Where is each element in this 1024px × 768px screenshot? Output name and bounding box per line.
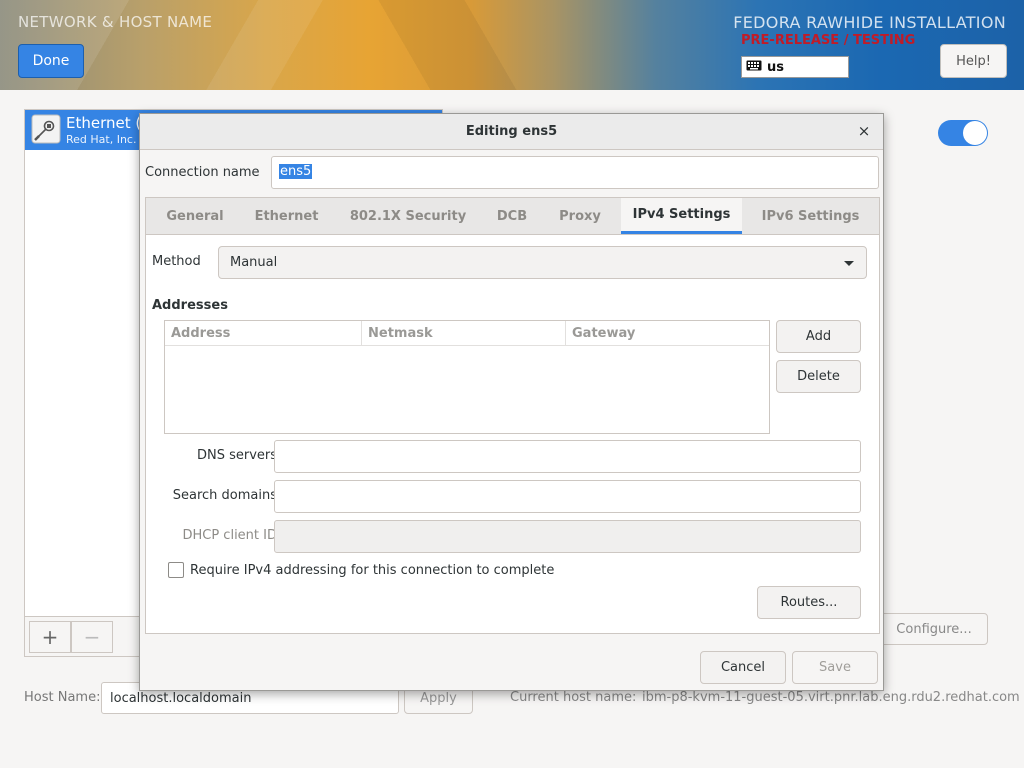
require-ipv4-label: Require IPv4 addressing for this connect… [190,562,555,578]
dhcp-client-id-label: DHCP client ID [182,528,277,543]
cancel-button[interactable]: Cancel [700,651,786,684]
chevron-down-icon [844,261,854,266]
editing-connection-dialog: Editing ens5 × Connection name ens5 Gene… [139,113,884,691]
tab-8021x-security[interactable]: 802.1X Security [339,198,477,234]
header-bar: NETWORK & HOST NAME Done FEDORA RAWHIDE … [0,0,1024,90]
add-address-button[interactable]: Add [776,320,861,353]
remove-device-button[interactable]: − [71,621,113,653]
tab-ipv4-settings[interactable]: IPv4 Settings [621,198,742,234]
delete-address-button[interactable]: Delete [776,360,861,393]
column-netmask[interactable]: Netmask [362,321,566,346]
tab-dcb[interactable]: DCB [486,198,538,234]
tab-proxy[interactable]: Proxy [547,198,613,234]
device-enable-switch[interactable] [938,120,988,146]
column-address[interactable]: Address [165,321,362,346]
dialog-title: Editing ens5 [465,124,558,139]
switch-knob [963,121,987,145]
host-name-label: Host Name: [24,690,101,705]
search-domains-input[interactable] [274,480,861,513]
tab-ethernet[interactable]: Ethernet [242,198,331,234]
column-gateway[interactable]: Gateway [566,321,770,346]
require-ipv4-checkbox[interactable] [168,562,184,578]
connection-name-label: Connection name [145,165,260,180]
current-host-name-label: Current host name: [510,690,637,705]
configure-button[interactable]: Configure... [880,613,988,645]
search-domains-label: Search domains [172,488,277,503]
current-host-name-value: ibm-p8-kvm-11-guest-05.virt.pnr.lab.eng.… [642,690,1020,705]
keyboard-icon [746,60,762,75]
prerelease-warning: PRE-RELEASE / TESTING [741,33,916,48]
routes-button[interactable]: Routes... [757,586,861,619]
addresses-table[interactable]: Address Netmask Gateway [164,320,770,434]
method-dropdown[interactable]: Manual [218,246,867,279]
addresses-heading: Addresses [152,298,228,313]
close-icon[interactable]: × [855,122,873,140]
method-label: Method [152,254,201,269]
dhcp-client-id-input[interactable] [274,520,861,553]
connection-name-value: ens5 [279,164,313,179]
method-value: Manual [230,255,278,270]
tab-ipv6-settings[interactable]: IPv6 Settings [752,198,869,234]
dns-servers-input[interactable] [274,440,861,473]
save-button[interactable]: Save [792,651,878,684]
keyboard-layout-indicator[interactable]: us [741,56,849,78]
device-name: Ethernet ( [66,114,142,132]
tab-general[interactable]: General [154,198,236,234]
ethernet-icon [31,114,61,144]
keyboard-layout-label: us [767,59,784,75]
connection-name-input[interactable]: ens5 [271,156,879,189]
installation-title: FEDORA RAWHIDE INSTALLATION [733,13,1006,32]
dialog-titlebar: Editing ens5 × [140,114,883,150]
help-button[interactable]: Help! [940,44,1007,78]
dns-servers-label: DNS servers [196,448,277,463]
add-device-button[interactable]: + [29,621,71,653]
require-ipv4-row[interactable]: Require IPv4 addressing for this connect… [168,562,554,578]
addresses-table-header: Address Netmask Gateway [165,321,769,346]
tab-bar: General Ethernet 802.1X Security DCB Pro… [146,198,879,235]
done-button[interactable]: Done [18,44,84,78]
device-vendor: Red Hat, Inc. Vi [66,133,151,146]
spoke-title: NETWORK & HOST NAME [18,13,213,31]
